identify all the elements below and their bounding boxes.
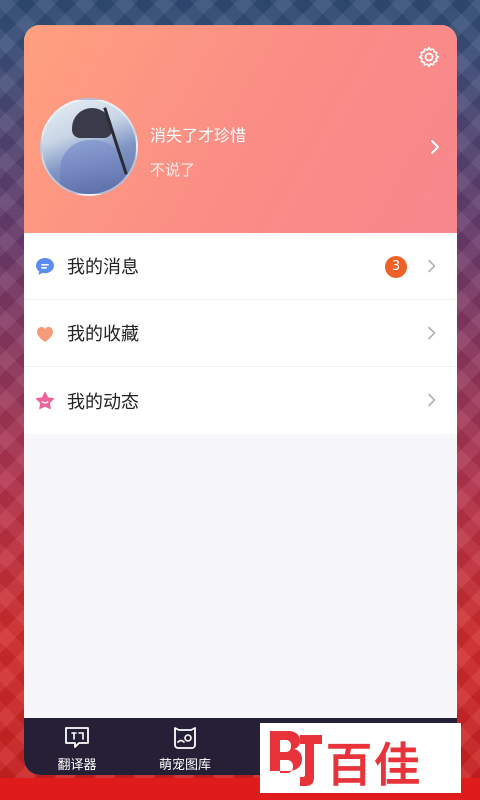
message-icon (36, 258, 54, 275)
avatar[interactable] (40, 98, 138, 196)
heart-icon (37, 327, 53, 342)
menu-item-moments[interactable]: 我的动态 (24, 367, 457, 434)
settings-gear-icon[interactable] (417, 45, 441, 69)
profile-card: 消失了才珍惜 不说了 我的消息 3 我的收藏 我的动态 翻译器 萌宠图库 (24, 25, 457, 775)
watermark-logo: 百佳 (260, 723, 461, 793)
tab-label: 翻译器 (57, 758, 97, 773)
avatar-figure-robe (60, 140, 124, 194)
chevron-right-icon (428, 259, 436, 273)
menu-item-label: 我的动态 (67, 391, 139, 413)
chevron-right-icon (428, 326, 436, 340)
chevron-right-icon[interactable] (429, 139, 441, 155)
star-icon (35, 391, 55, 410)
tab-pet-gallery[interactable]: 萌宠图库 (140, 718, 230, 775)
watermark-logo-mark-icon (270, 731, 322, 786)
profile-signature: 不说了 (150, 161, 196, 179)
menu-item-label: 我的收藏 (67, 324, 139, 345)
menu-item-label: 我的消息 (67, 257, 139, 278)
watermark-text: 百佳 (326, 738, 422, 792)
menu-item-messages[interactable]: 我的消息 3 (24, 233, 457, 300)
unread-count-badge: 3 (385, 256, 407, 278)
profile-username: 消失了才珍惜 (150, 126, 247, 145)
profile-header[interactable]: 消失了才珍惜 不说了 (24, 25, 457, 233)
chevron-right-icon (428, 393, 436, 407)
tab-translator[interactable]: 翻译器 (32, 718, 122, 775)
translate-icon (65, 727, 89, 748)
menu-list: 我的消息 3 我的收藏 我的动态 (24, 233, 457, 434)
menu-item-favorites[interactable]: 我的收藏 (24, 300, 457, 367)
tab-label: 萌宠图库 (158, 758, 211, 773)
pet-gallery-icon (174, 727, 196, 749)
